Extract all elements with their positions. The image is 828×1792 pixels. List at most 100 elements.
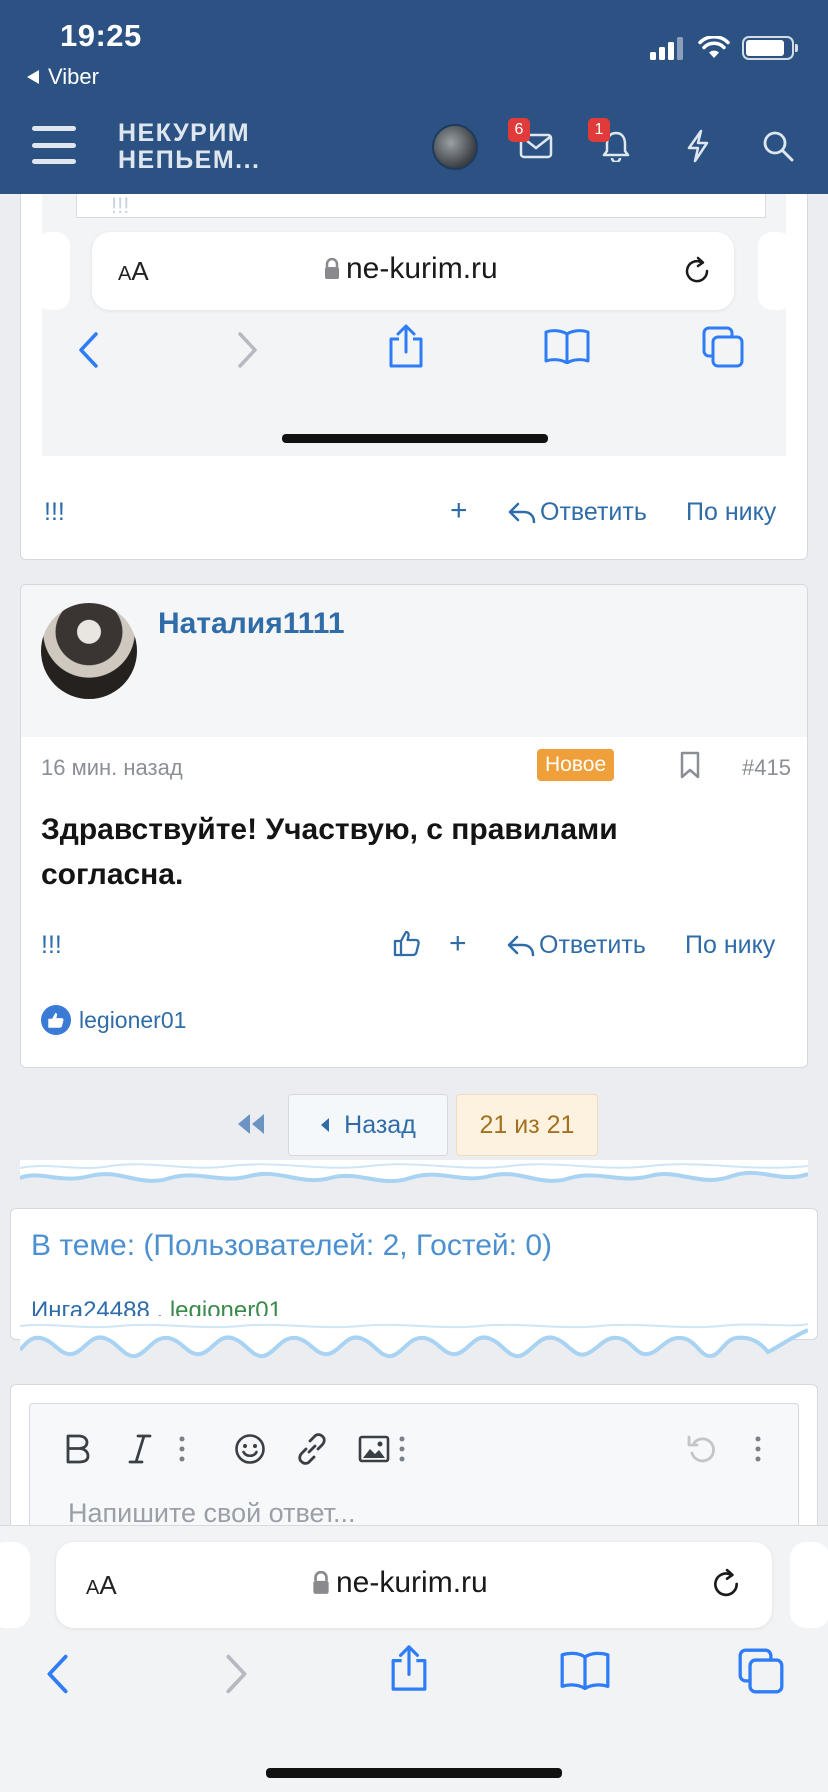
embedded-home-indicator: [282, 434, 548, 443]
torn-edge-bottom: [20, 1316, 808, 1359]
status-time: 19:25: [60, 18, 142, 53]
reload-icon[interactable]: [710, 1568, 742, 1600]
whats-new-button[interactable]: [676, 124, 720, 168]
thumbs-up-icon: [393, 929, 421, 957]
logo-line-1: НЕКУРИМ: [118, 119, 251, 147]
embedded-tabs-icon: [702, 326, 744, 368]
embedded-reload-icon: [682, 256, 712, 286]
prev-page-button[interactable]: Назад: [288, 1094, 448, 1156]
alerts-badge: 1: [588, 118, 610, 142]
italic-icon[interactable]: [120, 1426, 160, 1472]
reader-options-button[interactable]: AA: [86, 1570, 117, 1601]
plus-button[interactable]: +: [449, 927, 467, 961]
exclaim-button[interactable]: !!!: [44, 498, 65, 527]
search-button[interactable]: [756, 124, 800, 168]
post-actions: !!! + Ответить По нику: [21, 927, 807, 967]
like-button[interactable]: [393, 929, 421, 957]
wifi-icon: [698, 36, 730, 60]
reply-label: Ответить: [540, 498, 647, 526]
menu-icon[interactable]: [32, 126, 76, 164]
share-icon[interactable]: [390, 1644, 428, 1692]
status-icons: [650, 36, 798, 60]
in-topic-title: В теме: (Пользователей: 2, Гостей: 0): [31, 1229, 553, 1262]
lock-icon: [312, 1571, 330, 1595]
address-url[interactable]: ne-kurim.ru: [312, 1566, 488, 1600]
previous-post-actions: !!! + Ответить По нику: [42, 494, 786, 534]
more-text-options-icon[interactable]: [170, 1426, 194, 1472]
lock-icon: [324, 258, 340, 280]
plus-button[interactable]: +: [450, 494, 468, 528]
post-time[interactable]: 16 мин. назад: [41, 755, 183, 781]
embedded-side-left: [42, 232, 70, 310]
undo-icon[interactable]: [682, 1426, 722, 1472]
liked-by-user[interactable]: legioner01: [79, 1007, 186, 1034]
user-avatar[interactable]: [432, 124, 478, 170]
post-header: Наталия1111: [21, 585, 807, 737]
reply-icon: [507, 934, 535, 958]
embedded-strip: !!!: [76, 194, 766, 218]
current-page[interactable]: 21 из 21: [456, 1094, 598, 1156]
back-to-app[interactable]: Viber: [26, 64, 99, 90]
exclaim-button[interactable]: !!!: [41, 931, 62, 960]
embedded-strip-text: !!!: [111, 194, 130, 218]
torn-edge-top: [20, 1160, 808, 1184]
alerts-button[interactable]: 1: [588, 118, 638, 168]
image-icon[interactable]: [354, 1426, 394, 1472]
previous-tab-preview[interactable]: [0, 1542, 30, 1628]
prev-triangle-icon: [320, 1117, 330, 1133]
signal-icon: [650, 36, 686, 60]
post-number[interactable]: #415: [742, 755, 791, 781]
post-body: Здравствуйте! Участвую, с правилами согл…: [41, 813, 618, 891]
address-bar[interactable]: AA ne-kurim.ru: [56, 1542, 772, 1628]
embedded-forward-icon: [236, 330, 260, 370]
back-icon[interactable]: [44, 1652, 70, 1696]
reply-icon: [508, 501, 536, 525]
reply-button[interactable]: Ответить: [508, 498, 647, 527]
bold-icon[interactable]: [58, 1426, 98, 1472]
first-page-icon[interactable]: [236, 1112, 266, 1136]
smiley-icon[interactable]: [230, 1426, 270, 1472]
site-logo[interactable]: НЕКУРИМ НЕПЬЕМ...: [118, 120, 261, 174]
next-tab-preview[interactable]: [790, 1542, 828, 1628]
more-editor-options-icon[interactable]: [746, 1426, 770, 1472]
lightning-icon: [685, 129, 711, 163]
post-415: Наталия1111 16 мин. назад Новое #415 Здр…: [20, 584, 808, 1068]
embedded-url-bar: AA ne-kurim.ru: [92, 232, 734, 310]
embedded-url: ne-kurim.ru: [324, 252, 498, 286]
tabs-icon[interactable]: [738, 1648, 784, 1694]
battery-icon: [742, 36, 798, 60]
embedded-back-icon: [76, 330, 100, 370]
like-reaction-icon: [41, 1005, 71, 1035]
forward-icon[interactable]: [224, 1652, 250, 1696]
likes-summary: legioner01: [41, 1005, 186, 1035]
messages-button[interactable]: 6: [508, 118, 558, 168]
home-indicator: [266, 1768, 562, 1778]
by-nick-button[interactable]: По нику: [686, 498, 776, 527]
bookmark-icon[interactable]: [679, 751, 701, 779]
safari-bottom-bar: AA ne-kurim.ru: [0, 1525, 828, 1792]
post-author-name[interactable]: Наталия1111: [158, 607, 345, 641]
prev-page-label: Назад: [344, 1110, 416, 1139]
editor-toolbar: [30, 1404, 798, 1494]
logo-line-2: НЕПЬЕМ...: [118, 146, 261, 174]
app-header: 19:25 Viber НЕКУРИМ НЕПЬЕМ... 6 1: [0, 0, 828, 194]
post-author-avatar[interactable]: [41, 603, 137, 699]
messages-badge: 6: [508, 118, 530, 142]
address-url-text: ne-kurim.ru: [336, 1566, 488, 1599]
reply-label: Ответить: [539, 931, 646, 959]
embedded-share-icon: [388, 324, 424, 368]
embedded-aa-label: AA: [118, 256, 149, 286]
bookmarks-icon[interactable]: [560, 1650, 610, 1690]
embedded-url-text: ne-kurim.ru: [346, 252, 498, 285]
back-triangle-icon: [26, 69, 40, 85]
reply-button[interactable]: Ответить: [507, 931, 646, 960]
embedded-side-right: [758, 232, 786, 310]
link-icon[interactable]: [292, 1426, 332, 1472]
more-insert-options-icon[interactable]: [390, 1426, 414, 1472]
new-badge: Новое: [537, 749, 615, 781]
embedded-bookmarks-icon: [544, 328, 590, 364]
attached-screenshot[interactable]: !!! AA ne-kurim.ru: [42, 194, 786, 456]
search-icon: [762, 130, 794, 162]
by-nick-button[interactable]: По нику: [685, 931, 775, 960]
back-app-label: Viber: [48, 64, 99, 89]
